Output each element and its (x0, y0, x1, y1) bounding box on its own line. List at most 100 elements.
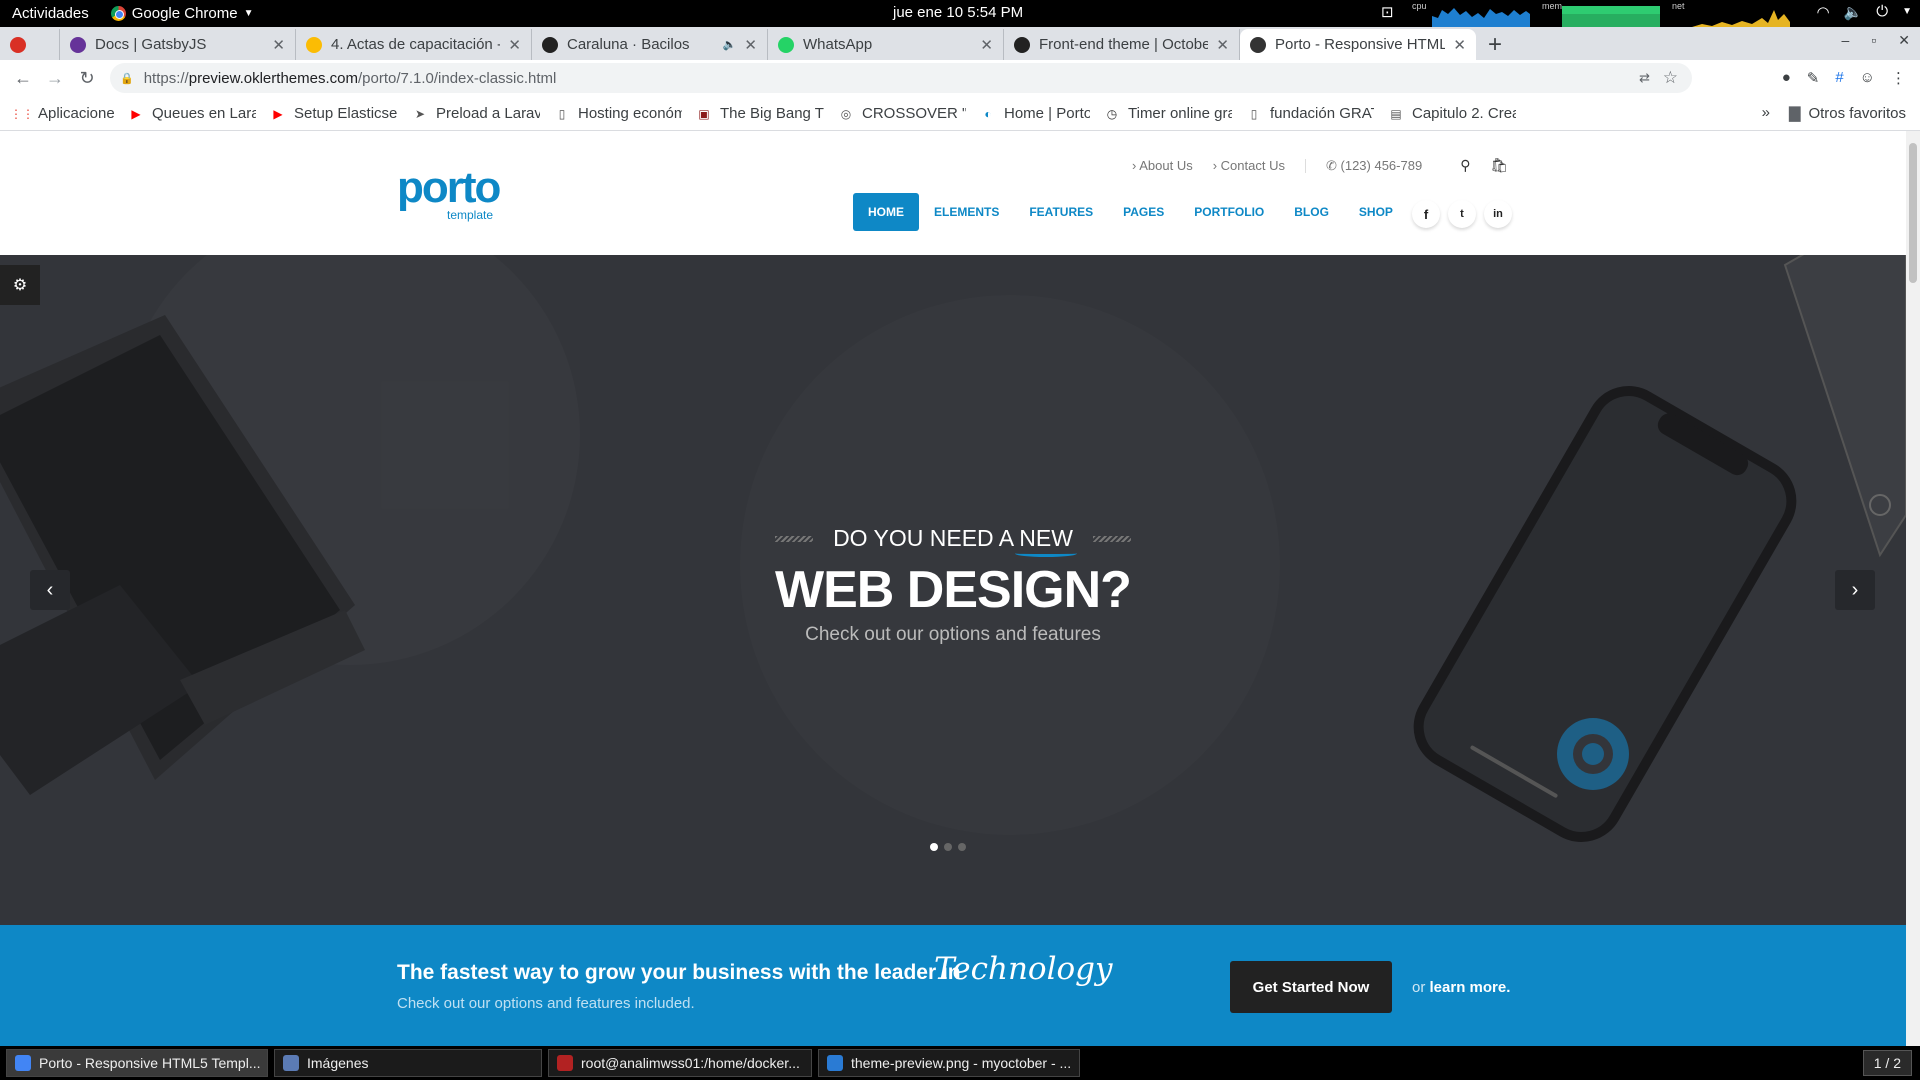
nav-portfolio[interactable]: PORTFOLIO (1179, 193, 1279, 231)
system-tray[interactable]: ◠ 🔈 ⏻ ▼ (1816, 3, 1912, 21)
slider-dot[interactable] (930, 843, 938, 851)
grid-extension-icon[interactable]: # (1835, 69, 1843, 87)
linkedin-icon[interactable]: in (1484, 200, 1512, 228)
tab-1[interactable]: Docs | GatsbyJS ✕ (60, 29, 296, 60)
tab-5[interactable]: Front-end theme | Octobe ✕ (1004, 29, 1240, 60)
scrollbar-thumb[interactable] (1909, 143, 1917, 283)
extensions-area: ● ✎ # ☺ ⋮ (1782, 69, 1906, 87)
tab-close-icon[interactable]: ✕ (1216, 36, 1229, 54)
tab-close-icon[interactable]: ✕ (1453, 36, 1466, 54)
learn-more-link[interactable]: learn more. (1430, 979, 1511, 996)
volume-icon[interactable]: 🔈 (1844, 3, 1863, 21)
page-scrollbar[interactable] (1906, 131, 1920, 1046)
taskbar-item-1[interactable]: Imágenes (274, 1049, 542, 1077)
new-tab-button[interactable]: + (1488, 29, 1502, 60)
settings-gear-button[interactable]: ⚙ (0, 265, 40, 305)
screenshot-icon[interactable]: ⊡ (1381, 3, 1394, 21)
bookmark-label: Capitulo 2. Crear (1412, 105, 1516, 122)
bookmark-9[interactable]: ▯ fundación GRAT (1246, 105, 1374, 122)
logo-word: porto (397, 163, 501, 212)
bookmark-7[interactable]: ◐ Home | Porto (980, 105, 1090, 122)
wifi-icon[interactable]: ◠ (1816, 3, 1829, 21)
apps-grid-icon: ⋮⋮ (14, 106, 34, 121)
bookmark-6[interactable]: ◎ CROSSOVER "C (838, 105, 966, 122)
address-bar[interactable]: 🔒 https:// preview.oklerthemes.com /port… (110, 63, 1692, 93)
nav-pages[interactable]: PAGES (1108, 193, 1179, 231)
url-host: preview.oklerthemes.com (188, 69, 358, 87)
tab-0[interactable] (0, 29, 60, 60)
activities-button[interactable]: Actividades (12, 5, 89, 22)
tablet-illustration (1783, 255, 1906, 558)
maximize-icon[interactable]: ▫ (1871, 32, 1876, 49)
gmail-icon (10, 36, 26, 53)
tab-3[interactable]: Caraluna · Bacilos 🔈 ✕ (532, 29, 768, 60)
hero-pretitle: DO YOU NEED A NEW (775, 525, 1131, 552)
bookmark-star-icon[interactable]: ☆ (1663, 68, 1678, 88)
nav-features[interactable]: FEATURES (1014, 193, 1108, 231)
caret-down-icon[interactable]: ▼ (1902, 6, 1912, 21)
power-icon[interactable]: ⏻ (1876, 3, 1888, 21)
bookmark-3[interactable]: ➤ Preload a Larave (412, 105, 540, 122)
minimize-icon[interactable]: – (1842, 32, 1850, 49)
lock-icon[interactable]: 🔒 (120, 72, 134, 85)
browser-toolbar: ← → ↻ 🔒 https:// preview.oklerthemes.com… (0, 60, 1920, 97)
tab-close-icon[interactable]: ✕ (508, 36, 521, 54)
taskbar-item-2[interactable]: root@analimwss01:/home/docker... (548, 1049, 812, 1077)
nav-home[interactable]: HOME (853, 193, 919, 231)
site-logo[interactable]: porto template (397, 163, 501, 223)
caret-down-icon: ▼ (243, 8, 254, 19)
search-icon[interactable]: ⚲ (1460, 157, 1470, 174)
app-menu-label: Google Chrome (131, 5, 238, 22)
menu-dots-icon[interactable]: ⋮ (1891, 69, 1906, 87)
taskbar-item-0[interactable]: Porto - Responsive HTML5 Templ... (6, 1049, 268, 1077)
tab-title: Porto - Responsive HTML5 (1275, 36, 1446, 53)
tab-6[interactable]: Porto - Responsive HTML5 ✕ (1240, 29, 1476, 60)
translate-icon[interactable]: ⇄ (1639, 70, 1650, 86)
slider-dot[interactable] (958, 843, 966, 851)
contact-us-link[interactable]: › Contact Us (1213, 158, 1285, 173)
app-menu[interactable]: Google Chrome ▼ (110, 5, 254, 22)
bookmark-1[interactable]: ▶ Queues en Larav (128, 105, 256, 122)
nav-shop[interactable]: SHOP (1344, 193, 1408, 231)
reload-icon[interactable]: ↻ (78, 68, 96, 89)
extension-circle-icon[interactable]: ● (1782, 69, 1791, 87)
tab-close-icon[interactable]: ✕ (980, 36, 993, 54)
slider-dot[interactable] (944, 843, 952, 851)
tab-title: Docs | GatsbyJS (95, 36, 207, 53)
cart-icon[interactable]: 🛍 (1490, 157, 1508, 174)
bookmark-0[interactable]: ⋮⋮ Aplicaciones (14, 105, 114, 122)
get-started-button[interactable]: Get Started Now (1230, 961, 1392, 1013)
twitter-icon[interactable]: t (1448, 200, 1476, 228)
nav-elements[interactable]: ELEMENTS (919, 193, 1014, 231)
nav-blog[interactable]: BLOG (1279, 193, 1344, 231)
tab-close-icon[interactable]: ✕ (272, 36, 285, 54)
back-arrow-icon[interactable]: ← (14, 68, 32, 89)
tab-audio-icon[interactable]: 🔈 (723, 38, 737, 51)
about-us-link[interactable]: › About Us (1132, 158, 1193, 173)
bookmark-4[interactable]: ▯ Hosting económ (554, 105, 682, 122)
tab-2[interactable]: 4. Actas de capacitación - ✕ (296, 29, 532, 60)
phone-link[interactable]: ✆ (123) 456-789 (1326, 158, 1422, 174)
bookmark-10[interactable]: ▤ Capitulo 2. Crear (1388, 105, 1516, 122)
tab-4[interactable]: WhatsApp ✕ (768, 29, 1004, 60)
more-bookmarks-icon[interactable]: » (1762, 104, 1770, 121)
bookmark-2[interactable]: ▶ Setup Elasticsea (270, 105, 398, 122)
drive-icon (306, 36, 322, 53)
bookmark-8[interactable]: ◷ Timer online gra (1104, 105, 1232, 122)
taskbar-item-3[interactable]: theme-preview.png - myoctober - ... (818, 1049, 1080, 1077)
window-controls: – ▫ ✕ (1842, 32, 1911, 49)
tab-close-icon[interactable]: ✕ (744, 36, 757, 54)
facebook-icon[interactable]: f (1412, 200, 1440, 228)
clock[interactable]: jue ene 10 5:54 PM (893, 4, 1023, 21)
bookmark-5[interactable]: ▣ The Big Bang Th (696, 105, 824, 122)
color-picker-icon[interactable]: ✎ (1807, 69, 1820, 87)
workspace-pager[interactable]: 1 / 2 (1862, 1050, 1912, 1076)
other-bookmarks-folder[interactable]: ▇ Otros favoritos (1789, 104, 1906, 123)
chrome-icon (110, 6, 126, 21)
bookmark-label: Preload a Larave (436, 105, 540, 122)
profile-avatar-icon[interactable]: ☺ (1860, 69, 1875, 87)
forward-arrow-icon[interactable]: → (46, 68, 64, 89)
close-window-icon[interactable]: ✕ (1898, 32, 1910, 49)
hero-pretitle-highlight: NEW (1019, 525, 1073, 551)
tv-icon: ▣ (698, 106, 710, 121)
